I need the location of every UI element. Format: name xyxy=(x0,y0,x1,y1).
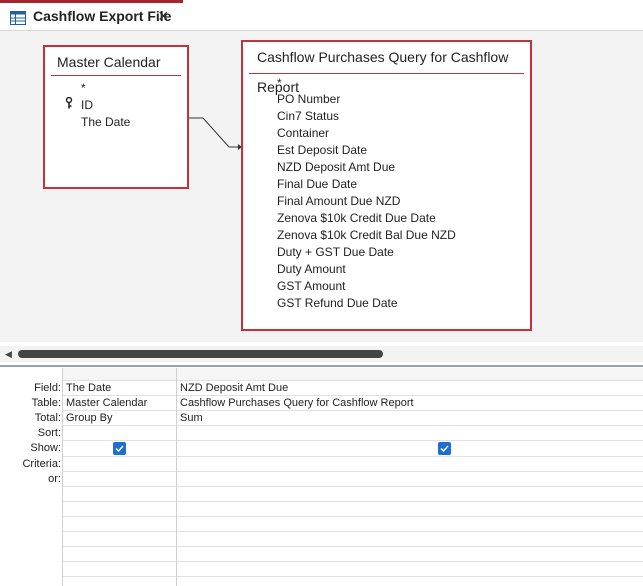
grid-line xyxy=(63,516,643,517)
grid-line xyxy=(63,380,643,381)
field-gst-refund-due-date[interactable]: GST Refund Due Date xyxy=(277,296,398,310)
field-zenova-credit-due-date[interactable]: Zenova $10k Credit Due Date xyxy=(277,211,436,225)
grid-column-divider xyxy=(62,368,63,586)
table-title-divider xyxy=(249,73,524,74)
row-label-show: Show: xyxy=(30,442,61,454)
grid-line xyxy=(63,440,643,441)
horizontal-scrollbar[interactable]: ◀ xyxy=(0,346,643,362)
field-the-date[interactable]: The Date xyxy=(81,115,130,129)
row-label-table: Table: xyxy=(31,397,61,409)
cell-field[interactable]: NZD Deposit Amt Due xyxy=(180,382,288,394)
field-final-amount-due-nzd[interactable]: Final Amount Due NZD xyxy=(277,194,400,208)
close-icon[interactable]: × xyxy=(158,6,169,27)
field-gst-amount[interactable]: GST Amount xyxy=(277,279,345,293)
table-title: Cashflow Purchases Query for Cashflow Re… xyxy=(257,49,509,95)
field-id[interactable]: ID xyxy=(81,98,93,112)
show-checkbox[interactable] xyxy=(438,442,451,455)
field-cin7-status[interactable]: Cin7 Status xyxy=(277,109,339,123)
table-cashflow-purchases-query[interactable]: Cashflow Purchases Query for Cashflow Re… xyxy=(241,40,532,331)
grid-line xyxy=(63,471,643,472)
table-title-divider xyxy=(51,75,181,76)
key-icon xyxy=(65,96,73,112)
field-est-deposit-date[interactable]: Est Deposit Date xyxy=(277,143,367,157)
show-checkbox[interactable] xyxy=(113,442,126,455)
cell-table[interactable]: Master Calendar xyxy=(66,397,147,409)
field-po-number[interactable]: PO Number xyxy=(277,92,340,106)
field-container[interactable]: Container xyxy=(277,126,329,140)
field-nzd-deposit-amt-due[interactable]: NZD Deposit Amt Due xyxy=(277,160,395,174)
field-zenova-credit-bal-due-nzd[interactable]: Zenova $10k Credit Bal Due NZD xyxy=(277,228,456,242)
row-label-or: or: xyxy=(48,473,61,485)
cell-total[interactable]: Group By xyxy=(66,412,112,424)
table-master-calendar[interactable]: Master Calendar * ID The Date xyxy=(43,45,189,189)
row-label-total: Total: xyxy=(34,412,61,424)
grid-line xyxy=(63,501,643,502)
grid-line xyxy=(63,561,643,562)
scrollbar-thumb[interactable] xyxy=(18,350,383,358)
query-design-icon xyxy=(10,11,26,25)
row-label-criteria: Criteria: xyxy=(22,458,61,470)
query-design-area: Master Calendar * ID The Date Cashflow P… xyxy=(0,31,643,342)
table-title: Master Calendar xyxy=(57,54,161,70)
cell-total[interactable]: Sum xyxy=(180,412,203,424)
grid-line xyxy=(63,425,643,426)
grid-line xyxy=(63,456,643,457)
field-final-due-date[interactable]: Final Due Date xyxy=(277,177,357,191)
cell-field[interactable]: The Date xyxy=(66,382,111,394)
grid-line xyxy=(63,531,643,532)
pane-splitter[interactable] xyxy=(0,365,643,367)
tab-title: Cashflow Export File xyxy=(33,8,172,24)
grid-line xyxy=(63,576,643,577)
scroll-left-icon[interactable]: ◀ xyxy=(5,349,12,360)
tab-cashflow-export-file[interactable]: Cashflow Export File × xyxy=(0,0,183,30)
field-all[interactable]: * xyxy=(277,76,282,90)
grid-line xyxy=(63,546,643,547)
field-duty-gst-due-date[interactable]: Duty + GST Due Date xyxy=(277,245,394,259)
document-tab-bar: Cashflow Export File × xyxy=(0,0,643,31)
grid-line xyxy=(63,395,643,396)
cell-table[interactable]: Cashflow Purchases Query for Cashflow Re… xyxy=(180,397,414,409)
grid-column-divider xyxy=(176,368,177,586)
grid-line xyxy=(63,410,643,411)
row-label-sort: Sort: xyxy=(37,427,61,439)
field-duty-amount[interactable]: Duty Amount xyxy=(277,262,346,276)
query-design-grid: Field: Table: Total: Sort: Show: Criteri… xyxy=(0,368,643,586)
field-all[interactable]: * xyxy=(81,81,86,95)
grid-line xyxy=(63,486,643,487)
join-line[interactable] xyxy=(189,111,243,157)
row-label-field: Field: xyxy=(34,382,61,394)
